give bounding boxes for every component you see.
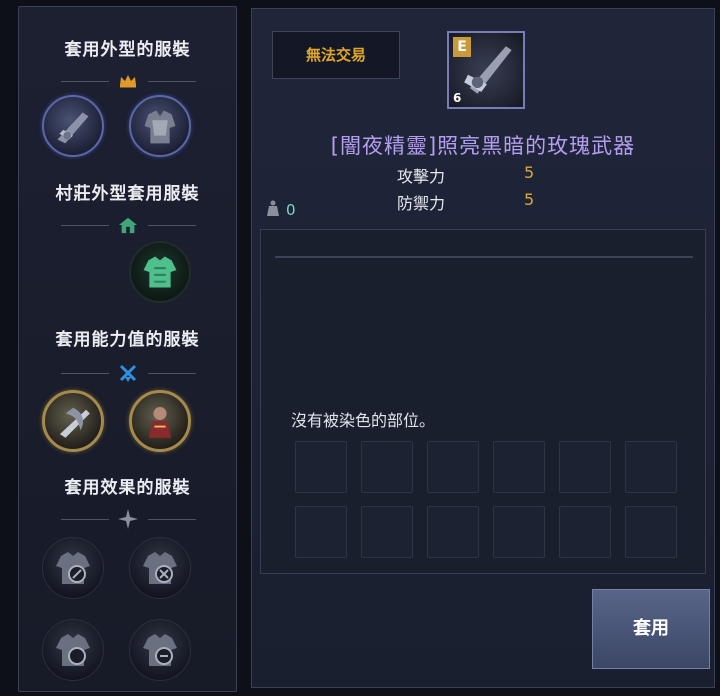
item-level: 6 — [453, 91, 462, 105]
attack-label: 攻擊力 — [397, 167, 446, 186]
section-title-effects: 套用效果的服裝 — [64, 478, 191, 498]
crossed-swords-icon — [118, 363, 138, 383]
section-title-village: 村莊外型套用服裝 — [55, 184, 200, 204]
item-grade-badge: E — [453, 37, 471, 57]
effect-slot-1[interactable] — [42, 537, 104, 599]
attack-value: 5 — [524, 163, 535, 182]
weight-icon — [266, 200, 280, 220]
dye-section: 沒有被染色的部位。 — [260, 229, 706, 574]
appearance-weapon-slot[interactable] — [42, 95, 104, 157]
section-separator — [61, 363, 196, 383]
divider — [275, 256, 693, 258]
stat-weapon-slot[interactable] — [42, 390, 104, 452]
section-separator — [61, 215, 196, 235]
effect-slot-4[interactable] — [129, 619, 191, 681]
item-name: [闇夜精靈]照亮黑暗的玫瑰武器 — [330, 134, 636, 158]
item-detail-panel: 無法交易 E 6 [闇夜精靈]照亮黑暗的玫瑰武器 攻擊力 5 防禦力 5 0 沒… — [251, 8, 715, 688]
dye-slot[interactable] — [559, 441, 611, 493]
apply-button[interactable]: 套用 — [592, 589, 710, 669]
dye-slot[interactable] — [295, 506, 347, 558]
dye-slot[interactable] — [559, 506, 611, 558]
defense-label: 防禦力 — [397, 194, 446, 213]
effect-slot-3[interactable] — [42, 619, 104, 681]
dye-slot[interactable] — [427, 506, 479, 558]
crown-icon — [118, 71, 138, 91]
village-armor-slot[interactable] — [129, 241, 191, 303]
dye-slot[interactable] — [361, 506, 413, 558]
weight-value: 0 — [286, 201, 296, 219]
dye-slot[interactable] — [361, 441, 413, 493]
effect-slot-2[interactable] — [129, 537, 191, 599]
dye-slot[interactable] — [295, 441, 347, 493]
dye-slot[interactable] — [625, 441, 677, 493]
item-icon: E 6 — [447, 31, 525, 109]
sparkle-icon — [118, 509, 138, 529]
defense-value: 5 — [524, 190, 535, 209]
stat-armor-slot[interactable] — [129, 390, 191, 452]
section-separator — [61, 71, 196, 91]
dye-slot[interactable] — [493, 441, 545, 493]
weight-display: 0 — [266, 199, 306, 221]
section-title-appearance: 套用外型的服裝 — [64, 40, 191, 60]
appearance-armor-slot[interactable] — [129, 95, 191, 157]
section-separator — [61, 509, 196, 529]
dye-slot[interactable] — [427, 441, 479, 493]
costume-category-panel: 套用外型的服裝 村莊外型套用服裝 套用能力值的服裝 套用效果的服裝 — [18, 6, 237, 692]
section-title-stats: 套用能力值的服裝 — [55, 330, 200, 350]
dye-slot[interactable] — [625, 506, 677, 558]
dye-status-text: 沒有被染色的部位。 — [291, 411, 436, 430]
trade-status-badge: 無法交易 — [272, 31, 400, 79]
house-icon — [118, 215, 138, 235]
dye-slot[interactable] — [493, 506, 545, 558]
